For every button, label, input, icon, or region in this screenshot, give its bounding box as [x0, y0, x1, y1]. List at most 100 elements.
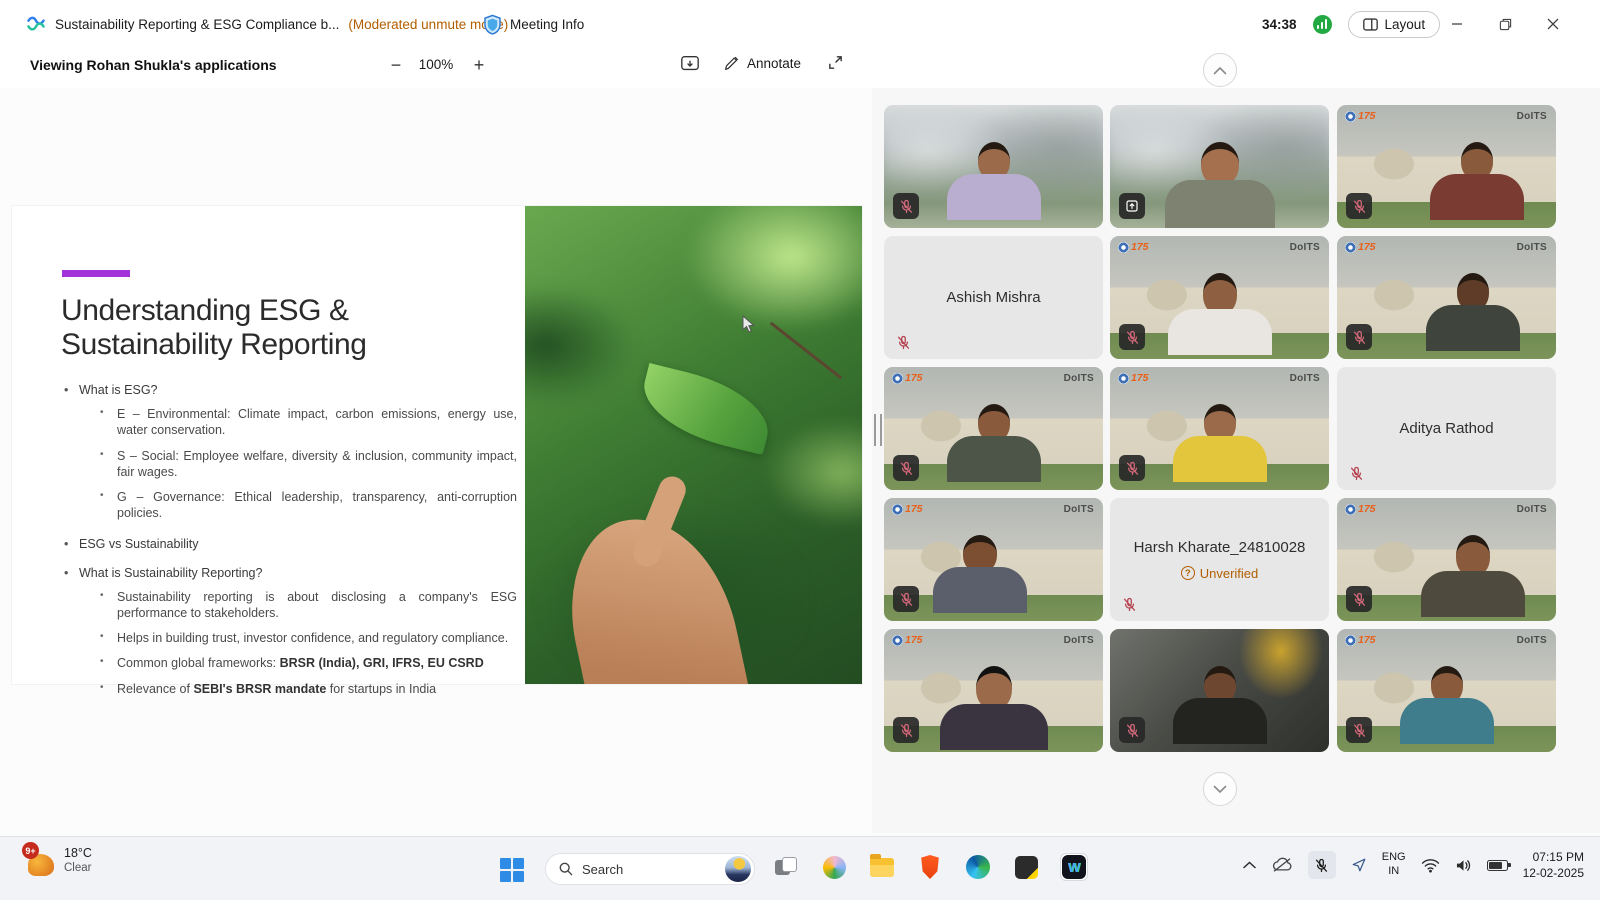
participant-name-tile[interactable]: Ashish Mishra — [884, 236, 1103, 359]
layout-button[interactable]: Layout — [1348, 11, 1441, 38]
connection-quality-icon[interactable] — [1313, 15, 1332, 34]
notification-badge: 9+ — [22, 842, 39, 859]
participant-video-tile[interactable]: 175 DoITS — [1337, 629, 1556, 752]
zoom-in-button[interactable]: + — [466, 52, 492, 78]
language-indicator[interactable]: ENG IN — [1382, 851, 1406, 879]
location-icon[interactable] — [1351, 857, 1367, 873]
mic-muted-icon — [1119, 717, 1145, 743]
onedrive-paused-icon[interactable] — [1271, 857, 1293, 873]
doits-watermark: DoITS — [1290, 242, 1320, 253]
participant-video-tile[interactable]: 175 DoITS — [1110, 367, 1329, 490]
mic-muted-icon — [893, 586, 919, 612]
scroll-up-button[interactable] — [1203, 53, 1237, 87]
panel-resize-handle[interactable] — [874, 414, 882, 446]
bullet-subitem: Sustainability reporting is about disclo… — [98, 589, 517, 622]
participant-video-tile[interactable]: 175 DoITS — [1337, 105, 1556, 228]
participant-name-tile[interactable]: Aditya Rathod — [1337, 367, 1556, 490]
participant-name: Aditya Rathod — [1399, 420, 1493, 437]
search-box[interactable]: Search — [545, 853, 755, 885]
mic-muted-icon — [1348, 465, 1365, 482]
participant-video-tile[interactable] — [1110, 105, 1329, 228]
iit-roorkee-logo: 175 — [892, 504, 923, 515]
start-button[interactable] — [499, 857, 525, 883]
doits-watermark: DoITS — [1064, 373, 1094, 384]
display-options-icon[interactable] — [680, 54, 700, 74]
mic-muted-icon — [1346, 193, 1372, 219]
participant-silhouette — [1413, 273, 1533, 359]
doits-watermark: DoITS — [1517, 635, 1547, 646]
edge-browser-button[interactable] — [964, 853, 992, 881]
minimize-button[interactable] — [1440, 7, 1474, 41]
annotate-label: Annotate — [747, 56, 801, 71]
doits-watermark: DoITS — [1517, 242, 1547, 253]
tray-mic-muted-icon[interactable] — [1308, 851, 1336, 879]
participant-silhouette — [1160, 142, 1280, 228]
zoom-out-button[interactable]: − — [383, 52, 409, 78]
participant-silhouette — [1417, 142, 1537, 228]
viewing-label: Viewing Rohan Shukla's applications — [30, 57, 277, 73]
bullet-subitem: Relevance of SEBI's BRSR mandate for sta… — [98, 681, 517, 697]
mic-muted-icon — [893, 455, 919, 481]
participant-video-tile[interactable]: 175 DoITS — [884, 367, 1103, 490]
slide-bullets: What is ESG? E – Environmental: Climate … — [62, 370, 517, 697]
participant-video-tile[interactable]: 175 DoITS — [1110, 236, 1329, 359]
brave-browser-button[interactable] — [916, 853, 944, 881]
participant-silhouette — [1413, 535, 1533, 621]
participant-silhouette — [920, 535, 1040, 621]
share-toolbar: Viewing Rohan Shukla's applications − 10… — [0, 48, 1600, 88]
participant-video-tile[interactable] — [1110, 629, 1329, 752]
notes-app-button[interactable] — [1012, 853, 1040, 881]
question-circle-icon: ? — [1181, 566, 1195, 580]
participant-video-tile[interactable]: 175 DoITS — [1337, 236, 1556, 359]
doits-watermark: DoITS — [1290, 373, 1320, 384]
participant-video-tile[interactable]: 175 DoITS — [884, 498, 1103, 621]
iit-roorkee-logo: 175 — [892, 373, 923, 384]
taskbar-clock[interactable]: 07:15 PM 12-02-2025 — [1523, 849, 1584, 881]
fullscreen-icon[interactable] — [827, 54, 844, 71]
participant-name-tile[interactable]: Harsh Kharate_24810028 ?Unverified — [1110, 498, 1329, 621]
bullet-subitem: Common global frameworks: BRSR (India), … — [98, 655, 517, 671]
participant-silhouette — [1160, 273, 1280, 359]
volume-icon[interactable] — [1455, 858, 1472, 873]
bullet-item: What is ESG? — [62, 383, 517, 397]
tray-chevron-up-icon[interactable] — [1243, 861, 1256, 869]
iit-roorkee-logo: 175 — [1345, 635, 1376, 646]
meeting-info-button[interactable]: Meeting Info — [483, 0, 584, 48]
scroll-down-button[interactable] — [1203, 772, 1237, 806]
leaf-photo — [525, 206, 862, 684]
annotate-button[interactable]: Annotate — [724, 55, 801, 71]
participant-name: Ashish Mishra — [946, 289, 1040, 306]
bullet-subitem: S – Social: Employee welfare, diversity … — [98, 448, 517, 481]
mic-muted-icon — [893, 193, 919, 219]
webex-logo-icon — [26, 14, 46, 34]
unverified-badge: ?Unverified — [1181, 566, 1259, 581]
slide-accent-bar — [62, 270, 130, 277]
close-button[interactable] — [1536, 7, 1570, 41]
iit-roorkee-logo: 175 — [892, 635, 923, 646]
copilot-button[interactable] — [820, 853, 848, 881]
task-view-button[interactable] — [772, 853, 800, 881]
participant-video-tile[interactable] — [884, 105, 1103, 228]
weather-temp: 18°C — [64, 845, 92, 861]
wifi-icon[interactable] — [1421, 858, 1440, 873]
participant-video-tile[interactable]: 175 DoITS — [1337, 498, 1556, 621]
mic-muted-icon — [1121, 596, 1138, 613]
weather-icon: 9+ — [26, 848, 56, 878]
participant-video-tile[interactable]: 175 DoITS — [884, 629, 1103, 752]
restore-button[interactable] — [1488, 7, 1522, 41]
weather-widget[interactable]: 9+ 18°C Clear — [26, 845, 92, 878]
battery-icon[interactable] — [1487, 860, 1508, 871]
mic-muted-icon — [1119, 455, 1145, 481]
shield-icon — [483, 14, 502, 35]
clock-date: 12-02-2025 — [1523, 865, 1584, 881]
weather-condition: Clear — [64, 861, 92, 876]
search-highlight-image — [725, 856, 751, 882]
mic-muted-icon — [1119, 324, 1145, 350]
webex-app-button[interactable]: W — [1060, 853, 1088, 881]
file-explorer-button[interactable] — [868, 853, 896, 881]
iit-roorkee-logo: 175 — [1345, 111, 1376, 122]
participant-silhouette — [934, 404, 1054, 490]
mic-muted-icon — [1346, 324, 1372, 350]
mic-muted-icon — [1346, 717, 1372, 743]
iit-roorkee-logo: 175 — [1118, 242, 1149, 253]
